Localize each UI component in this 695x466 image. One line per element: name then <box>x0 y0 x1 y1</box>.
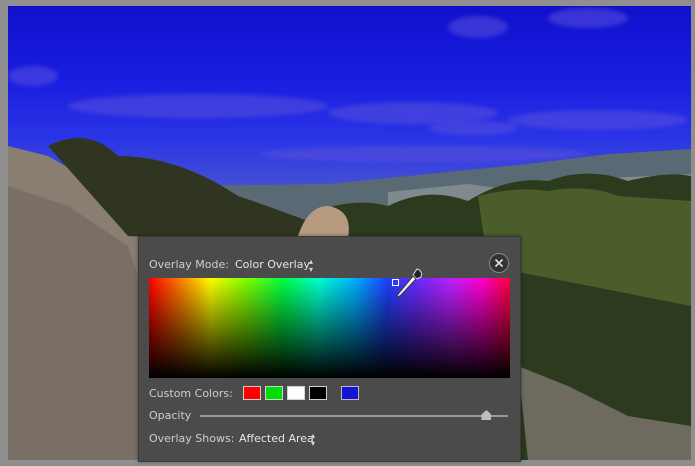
custom-color-swatch-red[interactable] <box>243 386 261 400</box>
overlay-options-panel: Overlay Mode: Color Overlay ▴ ▾ Custom Co… <box>138 236 521 462</box>
eyedropper-icon[interactable] <box>395 267 425 301</box>
opacity-label: Opacity <box>149 409 192 422</box>
color-spectrum-picker[interactable] <box>149 278 510 378</box>
updown-chevron-icon[interactable]: ▴ ▾ <box>311 432 315 448</box>
current-color-swatch[interactable] <box>341 386 359 400</box>
opacity-slider-thumb[interactable] <box>481 410 492 420</box>
overlay-mode-label: Overlay Mode: <box>149 258 229 271</box>
custom-color-swatch-white[interactable] <box>287 386 305 400</box>
window-frame: Overlay Mode: Color Overlay ▴ ▾ Custom Co… <box>0 0 695 466</box>
overlay-shows-select[interactable]: Affected Area <box>239 432 314 445</box>
custom-colors-label: Custom Colors: <box>149 387 233 400</box>
close-icon <box>494 258 504 268</box>
overlay-shows-label: Overlay Shows: <box>149 432 235 445</box>
overlay-mode-select[interactable]: Color Overlay <box>235 258 310 271</box>
close-button[interactable] <box>489 253 509 273</box>
updown-chevron-icon[interactable]: ▴ ▾ <box>309 258 313 274</box>
opacity-slider[interactable] <box>200 410 508 420</box>
custom-color-swatch-green[interactable] <box>265 386 283 400</box>
custom-color-swatch-black[interactable] <box>309 386 327 400</box>
